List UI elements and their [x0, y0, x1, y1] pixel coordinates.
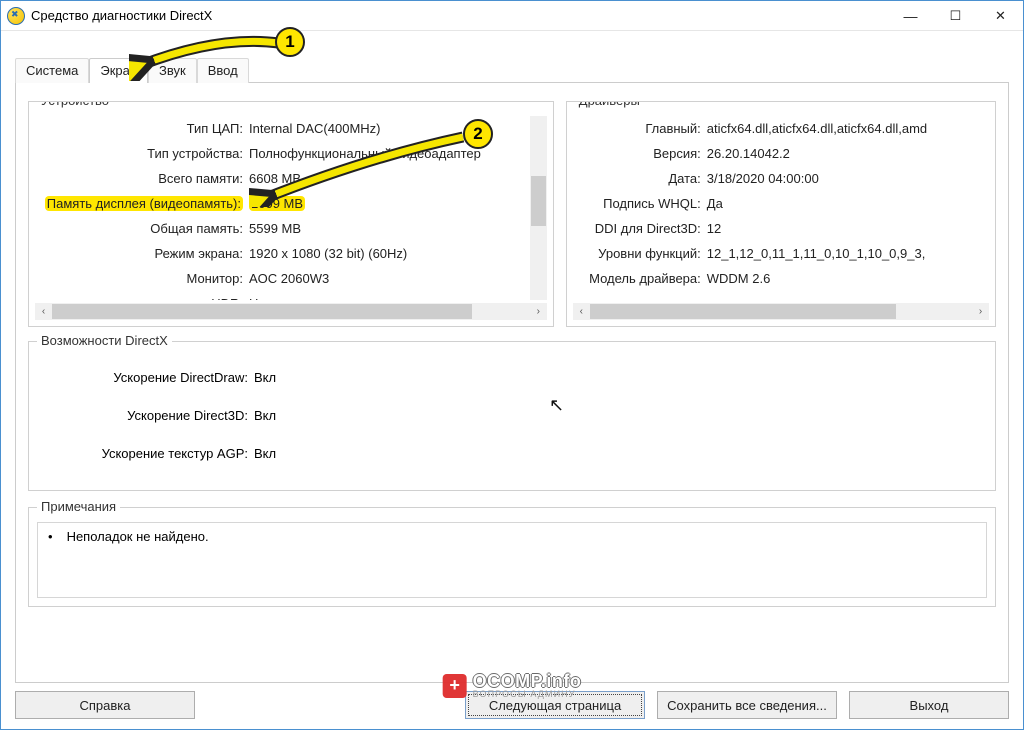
minimize-button[interactable]: —: [888, 1, 933, 30]
notes-item: Неполадок не найдено.: [67, 529, 209, 544]
caps-val: Вкл: [254, 370, 276, 385]
callout-badge-1: 1: [275, 27, 305, 57]
titlebar: Средство диагностики DirectX — ☐ ✕: [1, 1, 1023, 31]
hscroll-thumb[interactable]: [52, 304, 472, 319]
drivers-hscroll[interactable]: ‹ ›: [573, 303, 989, 320]
device-key: HDR:: [37, 296, 247, 300]
hscroll-thumb[interactable]: [590, 304, 896, 319]
device-vscroll[interactable]: [530, 116, 547, 300]
vscroll-thumb[interactable]: [531, 176, 546, 226]
device-val: Не поддерживается: [247, 296, 369, 300]
driver-key: Версия:: [575, 146, 705, 161]
device-key: Всего памяти:: [37, 171, 247, 186]
device-key: Тип устройства:: [37, 146, 247, 161]
close-button[interactable]: ✕: [978, 1, 1023, 30]
driver-key: Уровни функций:: [575, 246, 705, 261]
notes-body: • Неполадок не найдено.: [37, 522, 987, 598]
callout-badge-2: 2: [463, 119, 493, 149]
watermark: + OCOMP.info ВОПРОСЫ АДМИНУ: [443, 672, 582, 699]
content-area: Система Экран Звук Ввод Устройство Тип Ц…: [1, 31, 1023, 695]
driver-key: Главный:: [575, 121, 705, 136]
device-key: Режим экрана:: [37, 246, 247, 261]
driver-val: WDDM 2.6: [705, 271, 771, 286]
caps-val: Вкл: [254, 446, 276, 461]
notes-legend: Примечания: [37, 499, 120, 514]
device-val: 6608 MB: [247, 171, 301, 186]
drivers-group: Драйверы Главный:aticfx64.dll,aticfx64.d…: [566, 101, 996, 327]
device-key: Общая память:: [37, 221, 247, 236]
dx-caps-legend: Возможности DirectX: [37, 333, 172, 348]
device-val: 5599 MB: [247, 221, 301, 236]
device-val: Полнофункциональный видеоадаптер: [247, 146, 481, 161]
caps-key: Ускорение DirectDraw:: [39, 370, 254, 385]
plus-icon: +: [443, 674, 467, 698]
hscroll-right-icon[interactable]: ›: [530, 303, 547, 320]
save-button[interactable]: Сохранить все сведения...: [657, 691, 837, 719]
driver-key: Дата:: [575, 171, 705, 186]
driver-key: DDI для Direct3D:: [575, 221, 705, 236]
device-val: 1009 MB: [247, 196, 305, 211]
notes-group: Примечания • Неполадок не найдено.: [28, 507, 996, 607]
tab-sound[interactable]: Звук: [148, 58, 197, 83]
tab-input[interactable]: Ввод: [197, 58, 249, 83]
device-val: AOC 2060W3: [247, 271, 329, 286]
app-icon: [7, 7, 25, 25]
driver-val: 12_1,12_0,11_1,11_0,10_1,10_0,9_3,: [705, 246, 926, 261]
driver-val: 3/18/2020 04:00:00: [705, 171, 819, 186]
device-legend: Устройство: [37, 101, 113, 108]
driver-val: 12: [705, 221, 721, 236]
driver-key: Модель драйвера:: [575, 271, 705, 286]
caps-key: Ускорение Direct3D:: [39, 408, 254, 423]
watermark-subtitle: ВОПРОСЫ АДМИНУ: [473, 690, 582, 699]
driver-val: Да: [705, 196, 723, 211]
hscroll-left-icon[interactable]: ‹: [573, 303, 590, 320]
device-key: Монитор:: [37, 271, 247, 286]
device-val: 1920 x 1080 (32 bit) (60Hz): [247, 246, 407, 261]
help-button[interactable]: Справка: [15, 691, 195, 719]
bullet-icon: •: [48, 529, 53, 544]
tab-strip: Система Экран Звук Ввод: [15, 57, 1009, 83]
device-val: Internal DAC(400MHz): [247, 121, 381, 136]
window-root: Средство диагностики DirectX — ☐ ✕ Систе…: [0, 0, 1024, 730]
hscroll-left-icon[interactable]: ‹: [35, 303, 52, 320]
tab-display[interactable]: Экран: [89, 58, 148, 83]
maximize-button[interactable]: ☐: [933, 1, 978, 30]
driver-key: Подпись WHQL:: [575, 196, 705, 211]
drivers-legend: Драйверы: [575, 101, 644, 108]
exit-button[interactable]: Выход: [849, 691, 1009, 719]
hscroll-right-icon[interactable]: ›: [972, 303, 989, 320]
tab-pane-display: Устройство Тип ЦАП:Internal DAC(400MHz) …: [15, 83, 1009, 683]
dx-caps-group: Возможности DirectX Ускорение DirectDraw…: [28, 341, 996, 491]
device-hscroll[interactable]: ‹ ›: [35, 303, 547, 320]
driver-val: aticfx64.dll,aticfx64.dll,aticfx64.dll,a…: [705, 121, 927, 136]
caps-val: Вкл: [254, 408, 276, 423]
device-key: Память дисплея (видеопамять):: [37, 196, 247, 211]
caps-key: Ускорение текстур AGP:: [39, 446, 254, 461]
tab-system[interactable]: Система: [15, 58, 89, 83]
watermark-title: OCOMP.info: [473, 672, 582, 690]
window-title: Средство диагностики DirectX: [31, 8, 212, 23]
device-key: Тип ЦАП:: [37, 121, 247, 136]
driver-val: 26.20.14042.2: [705, 146, 790, 161]
